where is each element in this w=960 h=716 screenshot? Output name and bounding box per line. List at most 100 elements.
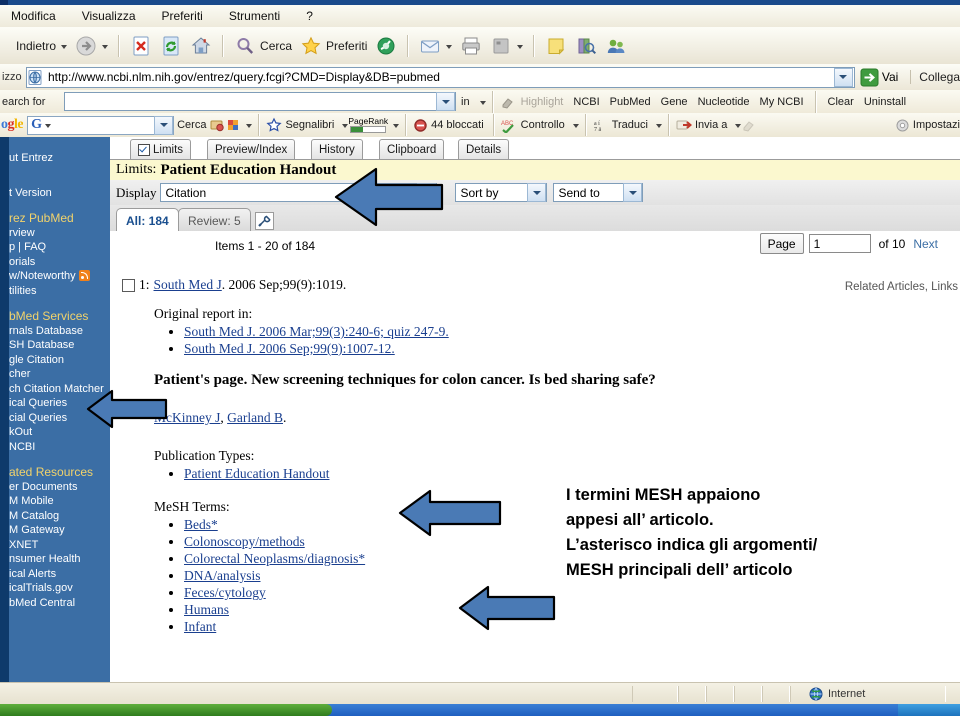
journal-link[interactable]: South Med J — [154, 277, 222, 293]
history-button[interactable] — [371, 32, 401, 60]
go-button[interactable]: Vai — [860, 68, 898, 87]
chevron-down-icon[interactable] — [479, 100, 486, 105]
original-report-link-1[interactable]: South Med J. 2006 Mar;99(3):240-6; quiz … — [184, 324, 449, 339]
menu-item-visualizza[interactable]: Visualizza — [69, 5, 149, 27]
sidebar-item-new-noteworthy[interactable]: w/Noteworthy — [9, 269, 110, 284]
sendto-select[interactable]: Send to — [553, 183, 644, 202]
google-search-dropdown[interactable] — [154, 115, 174, 135]
search-button[interactable]: Cerca — [230, 32, 296, 60]
mesh-term-link-2[interactable]: Colonoscopy/methods — [184, 534, 305, 549]
result-tab-all[interactable]: All: 184 — [116, 208, 179, 232]
forward-button[interactable] — [71, 32, 112, 60]
tab-clipboard[interactable]: Clipboard — [379, 139, 445, 159]
sidebar-item-pubmed-central[interactable]: bMed Central — [9, 596, 110, 611]
sidebar-item-single-citation[interactable]: gle Citation — [9, 353, 110, 368]
home-button[interactable] — [186, 32, 216, 60]
tab-preview-index[interactable]: Preview/Index — [207, 139, 296, 159]
edit-button[interactable] — [486, 32, 527, 60]
citation-checkbox[interactable] — [122, 278, 135, 292]
sidebar-item-matcher[interactable]: cher — [9, 367, 110, 382]
author-link-2[interactable]: Garland B — [227, 410, 283, 425]
popup-blocker-icon[interactable] — [209, 117, 225, 133]
related-articles-link[interactable]: Related Articles, Links — [845, 281, 958, 293]
page-number-input[interactable]: 1 — [808, 234, 871, 253]
sidebar-item-journals-database[interactable]: rnals Database — [9, 324, 110, 339]
ncbi-link-ncbi[interactable]: NCBI — [568, 96, 604, 108]
sidebar-item-nlm-catalog[interactable]: M Catalog — [9, 509, 110, 524]
next-page-link[interactable]: Next — [913, 237, 938, 251]
address-input[interactable]: http://www.ncbi.nlm.nih.gov/entrez/query… — [26, 66, 855, 88]
menu-item-modifica[interactable]: Modifica — [0, 5, 69, 27]
ncbi-link-pubmed[interactable]: PubMed — [605, 96, 656, 108]
ncbi-highlight-label[interactable]: Highlight — [516, 96, 569, 108]
sidebar-item-overview[interactable]: rview — [9, 226, 110, 241]
sidebar-item-clinicaltrials-gov[interactable]: icalTrials.gov — [9, 581, 110, 596]
menu-item-strumenti[interactable]: Strumenti — [216, 5, 293, 27]
chevron-down-icon[interactable] — [572, 124, 579, 128]
mesh-term-link-1[interactable]: Beds* — [184, 517, 218, 532]
page-button[interactable]: Page — [759, 233, 804, 254]
back-button[interactable]: Indietro — [8, 32, 71, 60]
ncbi-clear-button[interactable]: Clear — [823, 96, 859, 108]
mesh-term-link-7[interactable]: Infant — [184, 619, 216, 634]
chevron-down-icon[interactable] — [246, 124, 253, 128]
wrench-icon[interactable] — [255, 212, 274, 230]
sidebar-item-text-version[interactable]: t Version — [9, 186, 110, 201]
sidebar-item-help-faq[interactable]: p | FAQ — [9, 240, 110, 255]
original-report-link-2[interactable]: South Med J. 2006 Sep;99(9):1007-12. — [184, 341, 395, 356]
start-button[interactable] — [0, 704, 332, 716]
messenger-button[interactable] — [601, 32, 631, 60]
menu-item-help[interactable]: ? — [293, 5, 326, 27]
ncbi-link-nucleotide[interactable]: Nucleotide — [693, 96, 755, 108]
refresh-button[interactable] — [156, 32, 186, 60]
ncbi-link-my-ncbi[interactable]: My NCBI — [755, 96, 809, 108]
sidebar-item-toxnet[interactable]: XNET — [9, 538, 110, 553]
menu-item-preferiti[interactable]: Preferiti — [149, 5, 216, 27]
sidebar-item-tutorials[interactable]: orials — [9, 255, 110, 270]
sidebar-item-mesh-database[interactable]: SH Database — [9, 338, 110, 353]
security-zone-indicator[interactable]: Internet — [790, 686, 946, 702]
ncbi-uninstall-button[interactable]: Uninstall — [859, 96, 911, 108]
mesh-term-link-3[interactable]: Colorectal Neoplasms/diagnosis* — [184, 551, 365, 566]
print-button[interactable] — [456, 32, 486, 60]
ncbi-link-gene[interactable]: Gene — [656, 96, 693, 108]
sidebar-item-consumer-health[interactable]: nsumer Health — [9, 552, 110, 567]
mail-button[interactable] — [415, 32, 456, 60]
google-bookmarks-button[interactable]: Segnalibri — [282, 119, 337, 131]
notes-button[interactable] — [541, 32, 571, 60]
ncbi-search-input[interactable] — [64, 92, 456, 111]
system-tray[interactable] — [898, 704, 960, 716]
address-dropdown-button[interactable] — [833, 67, 853, 87]
research-button[interactable] — [571, 32, 601, 60]
sidebar-item-e-utilities[interactable]: tilities — [9, 284, 110, 299]
google-settings-button[interactable]: Impostazi — [910, 119, 960, 131]
sidebar-item-order-documents[interactable]: er Documents — [9, 480, 110, 495]
sendto-select-dropdown[interactable] — [623, 183, 643, 202]
ncbi-search-dropdown[interactable] — [436, 92, 455, 111]
sidebar-item-about-entrez[interactable]: ut Entrez — [9, 151, 110, 166]
sidebar-item-nlm-gateway[interactable]: M Gateway — [9, 523, 110, 538]
tab-details[interactable]: Details — [458, 139, 510, 159]
google-sendto-button[interactable]: Invia a — [692, 119, 730, 131]
google-spellcheck-button[interactable]: Controllo — [518, 119, 568, 131]
google-translate-button[interactable]: Traduci — [609, 119, 651, 131]
stop-button[interactable] — [126, 32, 156, 60]
google-search-button[interactable]: Cerca — [174, 119, 209, 131]
favorites-button[interactable]: Preferiti — [296, 32, 371, 60]
rss-icon[interactable] — [78, 270, 90, 281]
sortby-select[interactable]: Sort by — [455, 183, 548, 202]
chevron-down-icon[interactable] — [393, 124, 400, 128]
chevron-down-icon[interactable] — [655, 124, 662, 128]
chevron-down-icon[interactable] — [45, 124, 51, 128]
publication-type-link-1[interactable]: Patient Education Handout — [184, 466, 329, 481]
sidebar-item-nlm-mobile[interactable]: M Mobile — [9, 494, 110, 509]
mesh-term-link-6[interactable]: Humans — [184, 602, 229, 617]
google-blocked-label[interactable]: 44 bloccati — [428, 119, 487, 131]
tab-limits[interactable]: Limits — [130, 139, 192, 159]
sortby-select-dropdown[interactable] — [527, 183, 547, 202]
highlighter-icon[interactable] — [741, 118, 757, 133]
links-button[interactable]: Collega — [910, 70, 960, 84]
result-tab-review[interactable]: Review: 5 — [178, 208, 251, 232]
autofill-icon[interactable] — [225, 117, 241, 133]
sidebar-item-my-ncbi[interactable]: NCBI — [9, 440, 110, 455]
